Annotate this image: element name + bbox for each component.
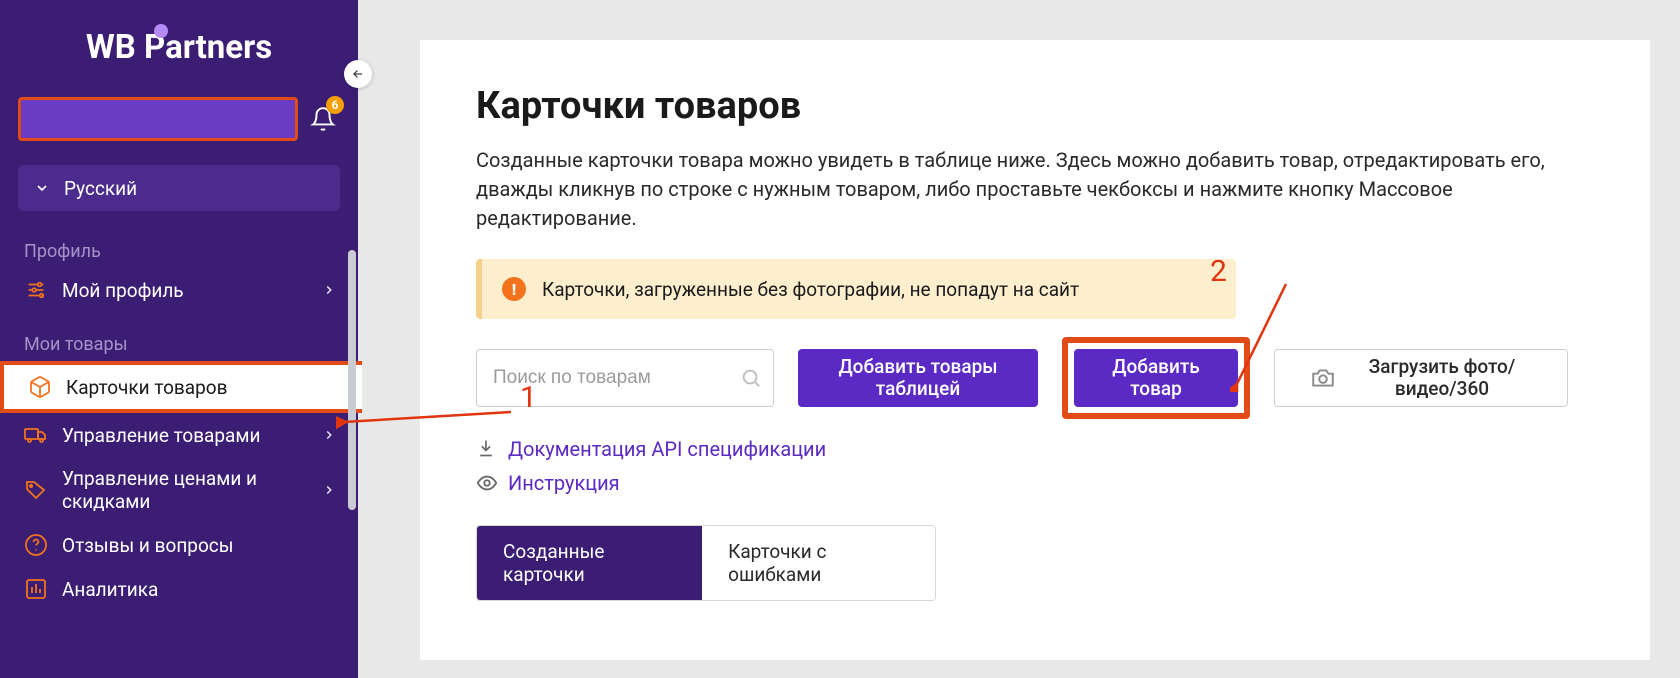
action-row: Добавить товары таблицей Добавить товар … xyxy=(476,349,1594,407)
tab-label: Созданные карточки xyxy=(503,540,604,586)
sidebar-item-reviews[interactable]: Отзывы и вопросы xyxy=(0,523,358,567)
download-icon xyxy=(476,438,498,460)
sliders-icon xyxy=(24,278,48,302)
notifications-button[interactable]: 6 xyxy=(306,102,340,136)
warning-alert: ! Карточки, загруженные без фотографии, … xyxy=(476,259,1236,319)
sidebar-item-label: Мой профиль xyxy=(62,279,308,302)
link-label: Инструкция xyxy=(508,471,620,495)
language-selector[interactable]: Русский xyxy=(18,165,340,211)
exclamation-icon: ! xyxy=(502,277,526,301)
sidebar-scrollbar[interactable] xyxy=(348,250,356,510)
section-label-profile: Профиль xyxy=(0,219,358,268)
search-icon xyxy=(740,367,762,389)
sidebar-item-analytics[interactable]: Аналитика xyxy=(0,567,358,611)
sidebar-item-label: Отзывы и вопросы xyxy=(62,534,336,557)
links-block: Документация API спецификации Инструкция xyxy=(476,437,1594,495)
sidebar-item-label: Управление товарами xyxy=(62,424,308,447)
eye-icon xyxy=(476,472,498,494)
button-label: Загрузить фото/видео/360 xyxy=(1352,356,1532,400)
sidebar-item-profile[interactable]: Мой профиль xyxy=(0,268,358,312)
notifications-badge: 6 xyxy=(326,96,344,114)
add-product-highlight: Добавить товар xyxy=(1062,337,1250,419)
logo: WB Partners xyxy=(86,28,272,67)
tag-icon xyxy=(24,478,48,502)
annotation-number-1: 1 xyxy=(520,380,537,415)
question-circle-icon xyxy=(24,533,48,557)
page-description: Созданные карточки товара можно увидеть … xyxy=(476,146,1594,233)
link-label: Документация API спецификации xyxy=(508,437,826,461)
bar-chart-icon xyxy=(24,577,48,601)
tab-label: Карточки с ошибками xyxy=(728,540,826,586)
sidebar-item-label: Карточки товаров xyxy=(66,376,340,399)
chevron-right-icon xyxy=(322,283,336,297)
tabs-row: Созданные карточки Карточки с ошибками xyxy=(476,525,936,601)
sidebar-item-cards[interactable]: Карточки товаров xyxy=(0,361,362,413)
upload-media-button[interactable]: Загрузить фото/видео/360 xyxy=(1274,349,1568,407)
api-doc-link[interactable]: Документация API спецификации xyxy=(476,437,1594,461)
sidebar-collapse-button[interactable] xyxy=(344,60,372,88)
logo-text: WB Partners xyxy=(86,28,272,67)
alert-text: Карточки, загруженные без фотографии, не… xyxy=(542,278,1079,301)
sidebar-item-manage-goods[interactable]: Управление товарами xyxy=(0,413,358,457)
button-label: Добавить товары таблицей xyxy=(828,356,1008,400)
tab-error-cards[interactable]: Карточки с ошибками xyxy=(702,526,935,600)
add-product-button[interactable]: Добавить товар xyxy=(1074,349,1238,407)
box-icon xyxy=(28,375,52,399)
chevron-right-icon xyxy=(322,483,336,497)
main-panel: Карточки товаров Созданные карточки това… xyxy=(420,40,1650,660)
sidebar-item-label: Управление ценами и скидками xyxy=(62,467,308,513)
arrow-left-icon xyxy=(351,67,365,81)
section-label-goods: Мои товары xyxy=(0,312,358,361)
logo-dot-icon xyxy=(154,24,168,38)
language-label: Русский xyxy=(64,177,137,200)
page-title: Карточки товаров xyxy=(476,84,1594,128)
sidebar-item-manage-prices[interactable]: Управление ценами и скидками xyxy=(0,457,358,523)
sidebar-item-label: Аналитика xyxy=(62,578,336,601)
logo-row: WB Partners xyxy=(0,0,358,85)
tab-created-cards[interactable]: Созданные карточки xyxy=(477,526,702,600)
camera-icon xyxy=(1310,365,1336,391)
chevron-right-icon xyxy=(322,428,336,442)
truck-icon xyxy=(24,423,48,447)
sidebar: WB Partners 6 Русский Профиль Мой профил… xyxy=(0,0,358,678)
button-label: Добавить товар xyxy=(1096,356,1216,400)
chevron-down-icon xyxy=(34,180,50,196)
annotation-number-2: 2 xyxy=(1210,254,1227,289)
sidebar-search-input[interactable] xyxy=(18,97,298,141)
add-products-table-button[interactable]: Добавить товары таблицей xyxy=(798,349,1038,407)
instruction-link[interactable]: Инструкция xyxy=(476,471,1594,495)
sidebar-search-row: 6 xyxy=(18,97,340,141)
